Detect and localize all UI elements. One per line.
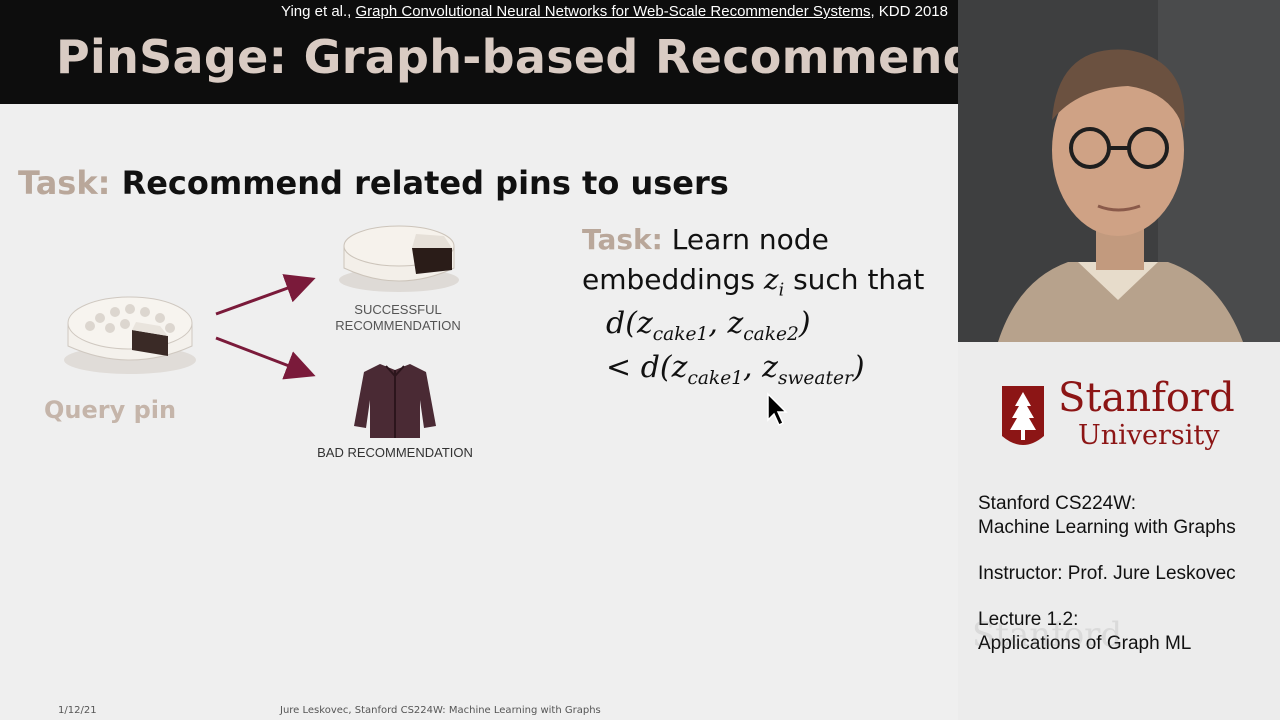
footer-credit: Jure Leskovec, Stanford CS224W: Machine … bbox=[280, 705, 601, 716]
mouse-cursor-icon bbox=[767, 392, 788, 427]
arrow-to-success bbox=[215, 274, 316, 316]
success-label-line2: RECOMMENDATION bbox=[335, 318, 461, 333]
course-info: Stanford CS224W: Machine Learning with G… bbox=[978, 492, 1236, 540]
slide-title: PinSage: Graph-based Recommender bbox=[56, 30, 958, 84]
z-symbol: z bbox=[727, 306, 744, 341]
bad-recommendation-label: BAD RECOMMENDATION bbox=[317, 445, 473, 460]
side-panel: Stanford University Stanford CS224W: Mac… bbox=[958, 0, 1280, 720]
instructor-info: Instructor: Prof. Jure Leskovec bbox=[978, 563, 1236, 584]
stanford-logo: Stanford University bbox=[994, 378, 1264, 468]
formula-line-1: d(zcake1, zcake2) bbox=[606, 306, 811, 345]
logo-name: Stanford bbox=[1058, 375, 1235, 421]
right-task-prefix: Task: bbox=[582, 223, 663, 256]
citation-venue: , KDD 2018 bbox=[870, 3, 948, 20]
successful-recommendation-label: SUCCESSFUL RECOMMENDATION bbox=[318, 302, 478, 334]
footer-date: 1/12/21 bbox=[58, 705, 97, 716]
z-symbol: z bbox=[763, 263, 779, 296]
task-heading-text: Recommend related pins to users bbox=[110, 164, 729, 202]
webcam-video bbox=[958, 0, 1280, 342]
right-task-line1-text: Learn node bbox=[662, 223, 829, 256]
right-task-text: Task: Learn node embeddings zi such that bbox=[582, 220, 952, 311]
bad-recommendation-sweater-image bbox=[354, 364, 436, 438]
z-symbol: z bbox=[671, 350, 688, 385]
citation-authors: Ying et al., bbox=[281, 3, 356, 20]
right-task-line2b: such that bbox=[784, 263, 925, 296]
distance-symbol: d bbox=[640, 350, 660, 385]
logo-sub: University bbox=[1078, 420, 1220, 451]
subscript-cake1: cake1 bbox=[687, 368, 744, 389]
task-heading: Task: Recommend related pins to users bbox=[18, 164, 729, 202]
success-label-line1: SUCCESSFUL bbox=[354, 302, 442, 317]
course-line2: Machine Learning with Graphs bbox=[978, 517, 1236, 538]
successful-recommendation-cake-image bbox=[339, 225, 459, 292]
task-heading-prefix: Task: bbox=[18, 164, 111, 202]
citation: Ying et al., Graph Convolutional Neural … bbox=[281, 3, 948, 20]
slide: Ying et al., Graph Convolutional Neural … bbox=[0, 0, 958, 720]
embedding-symbol: zi bbox=[763, 263, 784, 301]
z-symbol: z bbox=[636, 306, 653, 341]
distance-symbol: d bbox=[606, 306, 626, 341]
stanford-wordmark: Stanford University bbox=[1058, 378, 1235, 449]
subscript-cake1: cake1 bbox=[652, 324, 709, 345]
paper-link[interactable]: Graph Convolutional Neural Networks for … bbox=[356, 3, 871, 20]
less-than-symbol: < bbox=[606, 350, 641, 385]
right-task-line2a: embeddings bbox=[582, 263, 764, 296]
z-symbol: z bbox=[762, 350, 778, 385]
subscript-cake2: cake2 bbox=[743, 324, 799, 345]
formula-line-2: < d(zcake1, zsweater) bbox=[606, 350, 865, 389]
right-task-line1: Task: Learn node bbox=[582, 220, 952, 260]
stanford-watermark: Stanford bbox=[972, 615, 1123, 655]
title-bar: Ying et al., Graph Convolutional Neural … bbox=[0, 0, 958, 104]
stanford-tree-icon bbox=[1002, 386, 1044, 445]
recommendation-arrows bbox=[215, 274, 316, 380]
course-line1: Stanford CS224W: bbox=[978, 493, 1137, 514]
right-task-line2: embeddings zi such that bbox=[582, 260, 952, 311]
arrow-to-bad bbox=[215, 336, 316, 380]
query-pin-cake-image bbox=[64, 296, 196, 374]
query-pin-label: Query pin bbox=[44, 396, 177, 424]
subscript-sweater: sweater bbox=[777, 368, 853, 389]
